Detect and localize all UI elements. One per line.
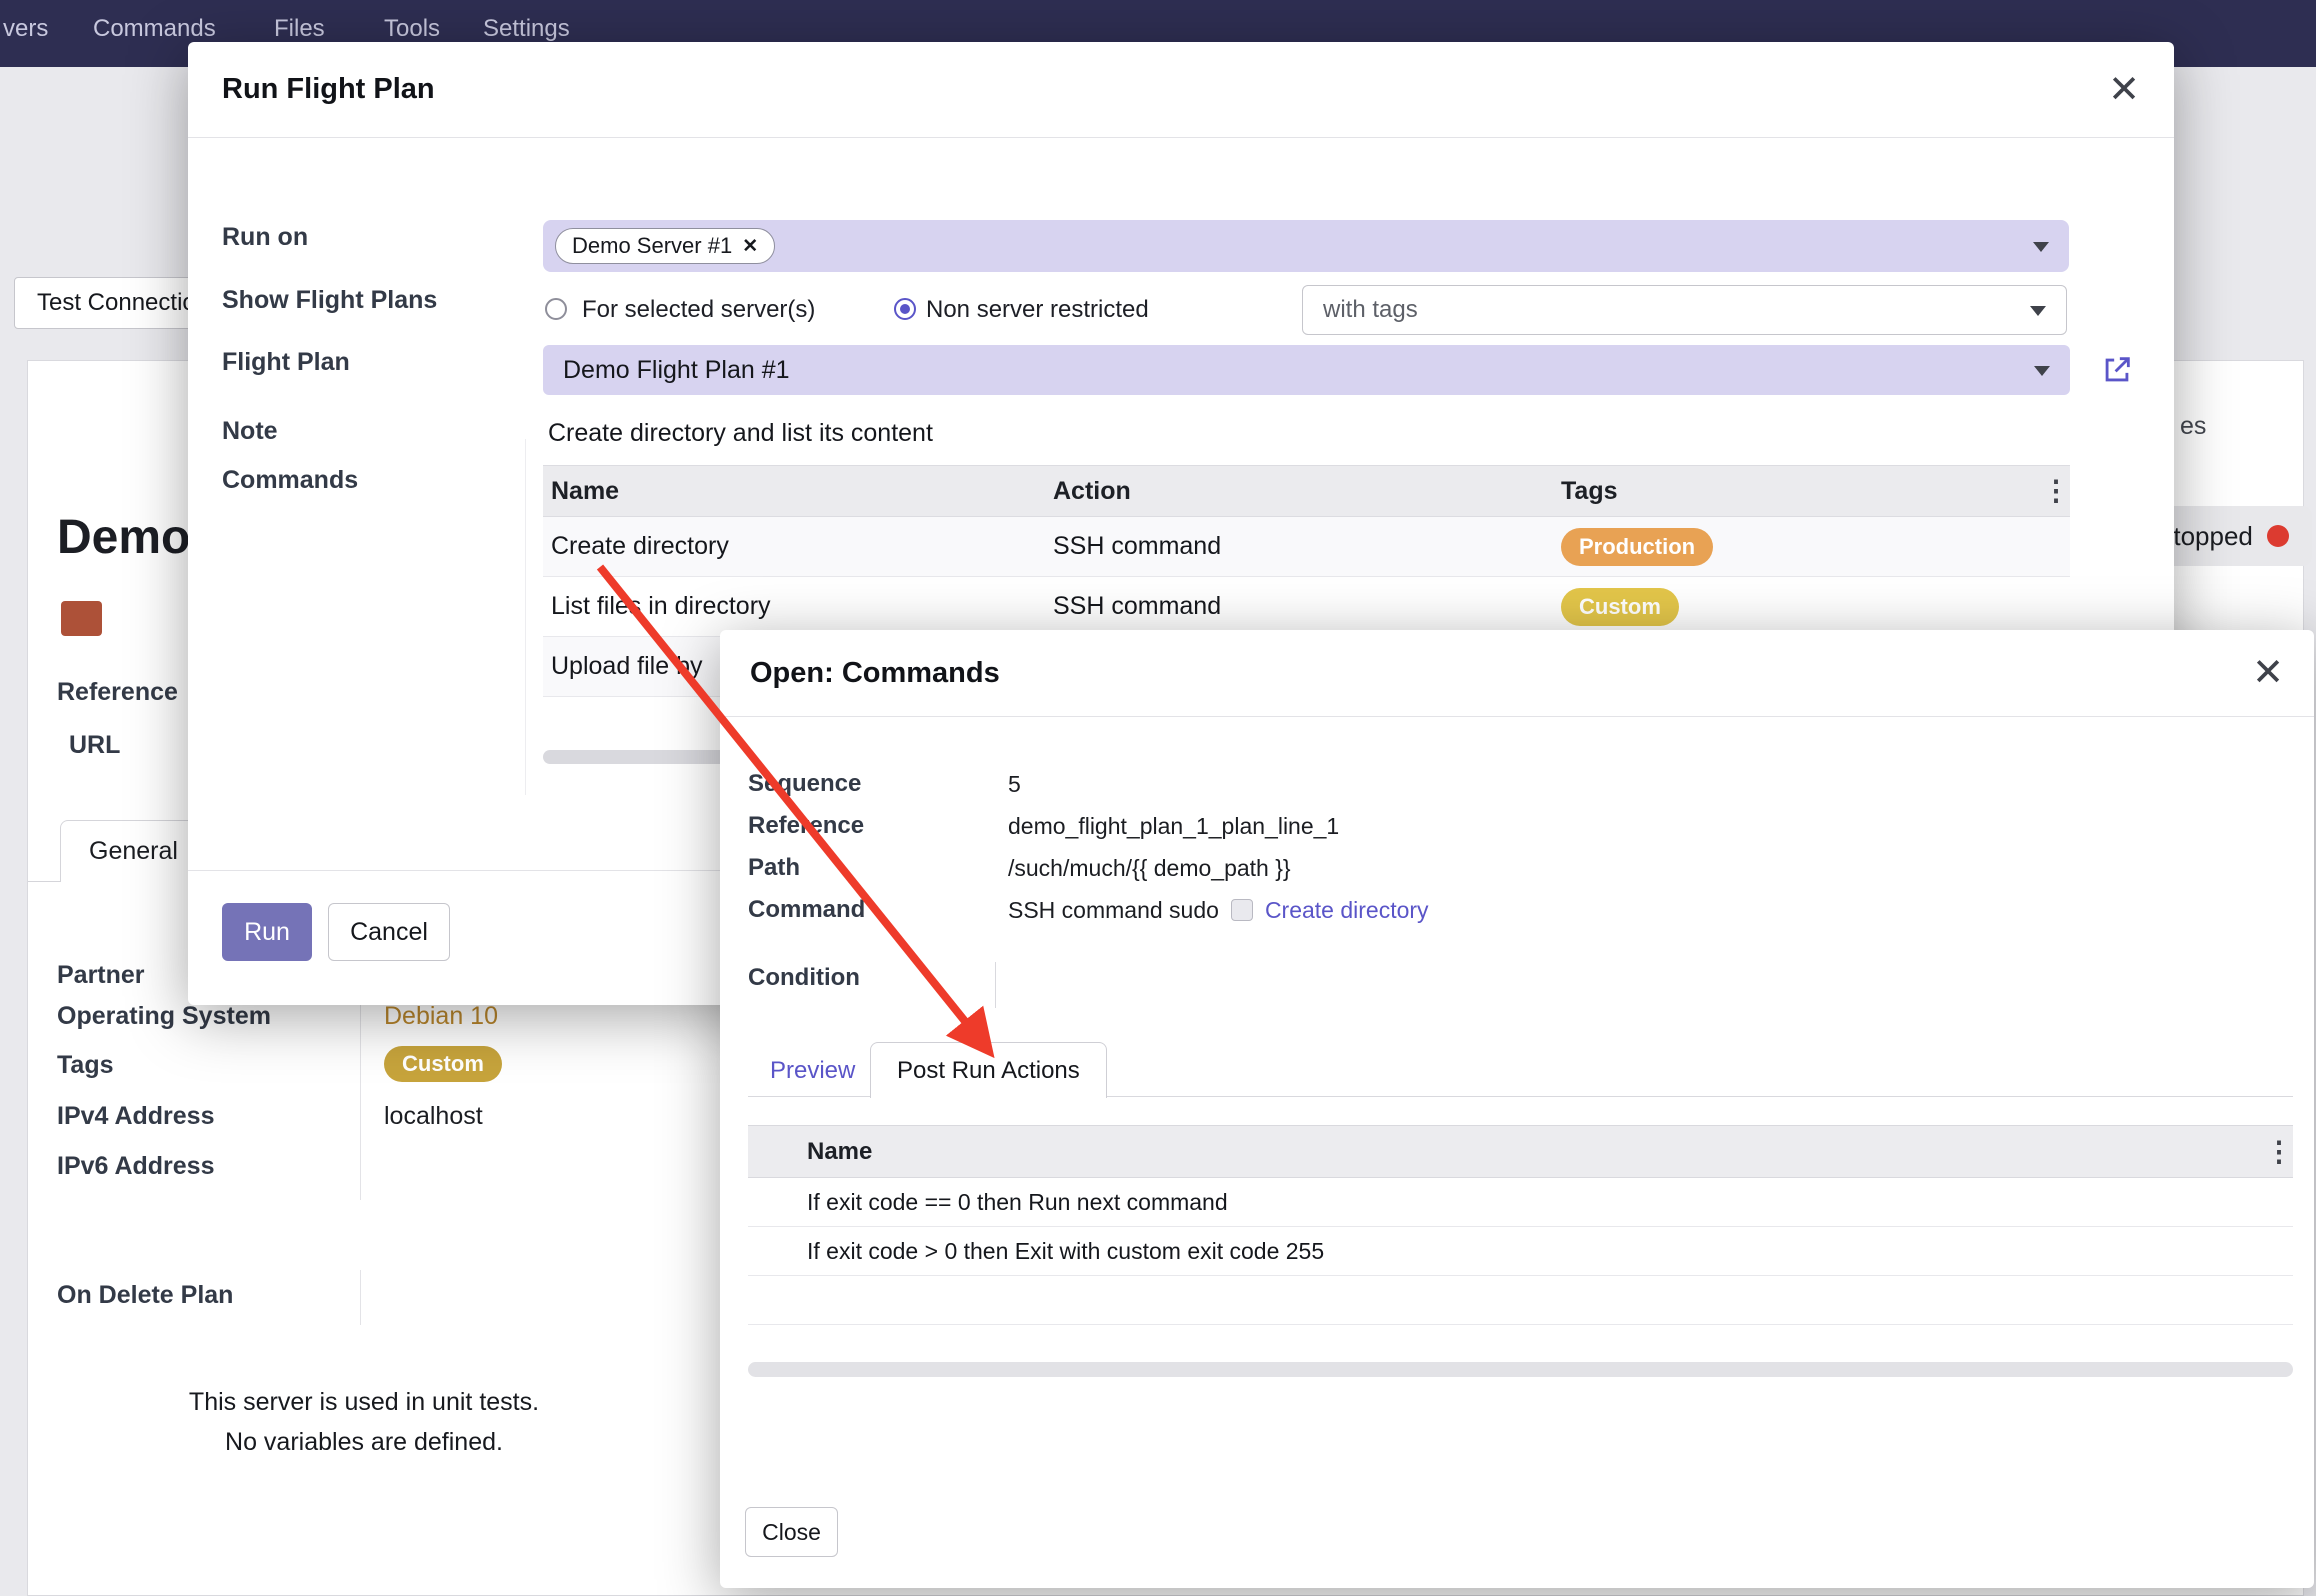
sequence-row: Sequence 5 bbox=[748, 764, 1021, 804]
create-directory-link[interactable]: Create directory bbox=[1265, 897, 1429, 924]
partner-label: Partner bbox=[57, 961, 145, 990]
server-chip-label: Demo Server #1 bbox=[572, 233, 732, 259]
server-color-swatch bbox=[61, 601, 102, 636]
radio-non-server-restricted-label[interactable]: Non server restricted bbox=[926, 296, 1149, 324]
unit-test-note-line2: No variables are defined. bbox=[114, 1422, 614, 1462]
cell-action: SSH command bbox=[1053, 532, 1561, 561]
checkbox[interactable] bbox=[1231, 899, 1253, 921]
nav-item-servers[interactable]: vers bbox=[3, 0, 48, 58]
column-header-action[interactable]: Action bbox=[1053, 477, 1561, 506]
table-row[interactable]: List files in directory SSH command Cust… bbox=[543, 577, 2070, 637]
path-label: Path bbox=[748, 854, 1008, 882]
server-title: Demo bbox=[57, 510, 190, 565]
path-value: /such/much/{{ demo_path }} bbox=[1008, 855, 1291, 882]
run-on-label: Run on bbox=[222, 223, 308, 252]
tab-general[interactable]: General bbox=[60, 820, 207, 882]
open-commands-dialog: Open: Commands ✕ Sequence 5 Reference de… bbox=[720, 630, 2314, 1588]
field-divider bbox=[525, 439, 526, 795]
ipv6-label: IPv6 Address bbox=[57, 1152, 214, 1181]
with-tags-placeholder: with tags bbox=[1323, 296, 1418, 324]
server-chip[interactable]: Demo Server #1 ✕ bbox=[555, 228, 775, 264]
table-row[interactable] bbox=[748, 1276, 2293, 1325]
close-button[interactable]: Close bbox=[745, 1507, 838, 1557]
run-button[interactable]: Run bbox=[222, 903, 312, 961]
screen: vers Commands Files Tools Settings Test … bbox=[0, 0, 2316, 1596]
show-flight-plans-label: Show Flight Plans bbox=[222, 286, 437, 315]
command-value: SSH command sudo bbox=[1008, 897, 1219, 924]
unit-test-note-line1: This server is used in unit tests. bbox=[114, 1382, 614, 1422]
table-row[interactable]: If exit code == 0 then Run next command bbox=[748, 1178, 2293, 1227]
server-tag-badge: Custom bbox=[384, 1046, 502, 1082]
tab-preview[interactable]: Preview bbox=[770, 1057, 855, 1085]
field-divider bbox=[995, 962, 996, 1008]
table-row[interactable]: Create directory SSH command Production bbox=[543, 517, 2070, 577]
column-header-name[interactable]: Name bbox=[543, 477, 1053, 506]
cancel-button[interactable]: Cancel bbox=[328, 903, 450, 961]
table-row[interactable]: If exit code > 0 then Exit with custom e… bbox=[748, 1227, 2293, 1276]
dialog-header: Run Flight Plan ✕ bbox=[188, 42, 2174, 138]
flight-plan-label: Flight Plan bbox=[222, 348, 350, 377]
on-delete-plan-label: On Delete Plan bbox=[57, 1281, 233, 1310]
operating-system-value[interactable]: Debian 10 bbox=[384, 1002, 498, 1031]
url-label: URL bbox=[69, 731, 120, 760]
radio-selected-servers-label[interactable]: For selected server(s) bbox=[582, 296, 815, 324]
cell-action: SSH command bbox=[1053, 592, 1561, 621]
tag-badge: Custom bbox=[1561, 588, 1679, 626]
condition-label: Condition bbox=[748, 964, 860, 992]
reference-label: Reference bbox=[57, 678, 178, 707]
ipv4-value: localhost bbox=[384, 1102, 483, 1131]
operating-system-label: Operating System bbox=[57, 1002, 271, 1031]
cell-name: List files in directory bbox=[543, 592, 1053, 621]
commands-table-header: Name Action Tags ⋮ bbox=[543, 465, 2070, 517]
sequence-value: 5 bbox=[1008, 771, 1021, 798]
column-header-tags[interactable]: Tags bbox=[1561, 477, 2042, 506]
note-label: Note bbox=[222, 417, 278, 446]
commands-label: Commands bbox=[222, 466, 358, 495]
flight-plan-select[interactable]: Demo Flight Plan #1 bbox=[543, 345, 2070, 395]
clipped-text: es bbox=[2180, 412, 2206, 441]
chevron-down-icon[interactable] bbox=[2030, 306, 2046, 316]
tab-post-run-actions[interactable]: Post Run Actions bbox=[870, 1042, 1107, 1098]
dialog-header: Open: Commands ✕ bbox=[720, 630, 2314, 717]
flight-plan-value: Demo Flight Plan #1 bbox=[563, 356, 790, 385]
post-run-actions-table: Name ⋮ If exit code == 0 then Run next c… bbox=[748, 1125, 2293, 1325]
chevron-down-icon[interactable] bbox=[2034, 366, 2050, 376]
note-value: Create directory and list its content bbox=[548, 419, 933, 448]
sequence-label: Sequence bbox=[748, 770, 1008, 798]
path-row: Path /such/much/{{ demo_path }} bbox=[748, 848, 1291, 888]
dialog-title: Open: Commands bbox=[750, 657, 2252, 690]
close-icon[interactable]: ✕ bbox=[2252, 654, 2284, 692]
chevron-down-icon[interactable] bbox=[2033, 242, 2049, 252]
ipv4-label: IPv4 Address bbox=[57, 1102, 214, 1131]
command-row: Command SSH command sudo Create director… bbox=[748, 890, 1429, 930]
column-header-name[interactable]: Name bbox=[788, 1138, 2265, 1166]
unit-test-note: This server is used in unit tests. No va… bbox=[114, 1382, 614, 1462]
close-icon[interactable]: ✕ bbox=[2108, 71, 2140, 109]
tag-badge: Production bbox=[1561, 528, 1713, 566]
kebab-menu-icon[interactable]: ⋮ bbox=[2265, 1138, 2293, 1166]
reference-value: demo_flight_plan_1_plan_line_1 bbox=[1008, 813, 1339, 840]
field-divider bbox=[360, 1270, 361, 1325]
radio-selected-servers[interactable] bbox=[545, 298, 567, 320]
command-label: Command bbox=[748, 896, 1008, 924]
run-on-server-input[interactable]: Demo Server #1 ✕ bbox=[543, 220, 2069, 272]
with-tags-select[interactable]: with tags bbox=[1302, 285, 2067, 335]
horizontal-scrollbar[interactable] bbox=[748, 1362, 2293, 1377]
status-dot-icon bbox=[2267, 525, 2289, 547]
table-header: Name ⋮ bbox=[748, 1125, 2293, 1178]
reference-row: Reference demo_flight_plan_1_plan_line_1 bbox=[748, 806, 1339, 846]
radio-non-server-restricted[interactable] bbox=[894, 298, 916, 320]
external-link-icon[interactable] bbox=[2100, 353, 2134, 387]
tags-label: Tags bbox=[57, 1051, 114, 1080]
dialog-title: Run Flight Plan bbox=[222, 73, 2108, 106]
remove-chip-icon[interactable]: ✕ bbox=[742, 235, 758, 258]
reference-label: Reference bbox=[748, 812, 1008, 840]
kebab-menu-icon[interactable]: ⋮ bbox=[2042, 477, 2070, 505]
cell-name: Create directory bbox=[543, 532, 1053, 561]
